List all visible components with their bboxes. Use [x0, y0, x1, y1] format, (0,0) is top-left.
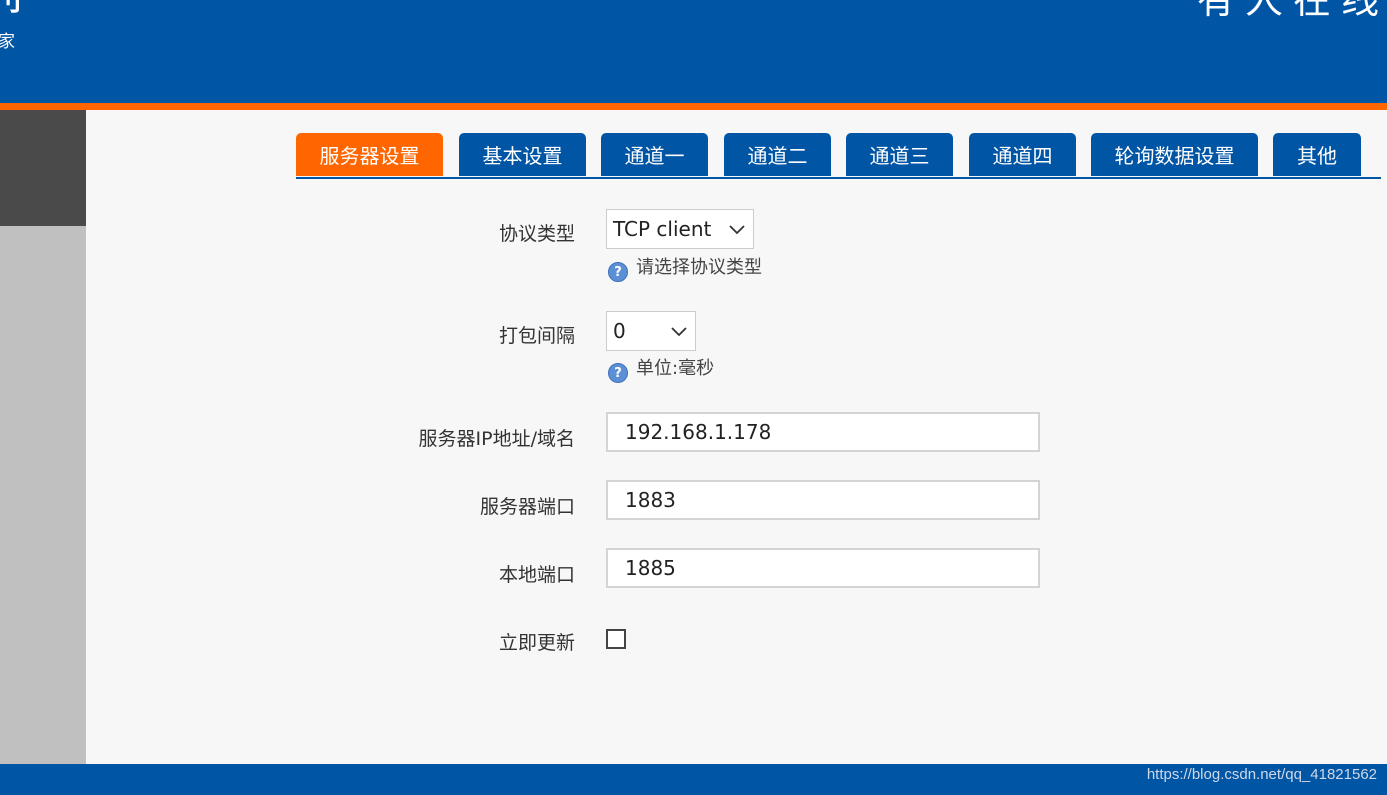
chevron-down-icon	[729, 225, 745, 235]
site-header: 刂 家 有人在线	[0, 0, 1387, 103]
tab-basic-settings[interactable]: 基本设置	[459, 133, 586, 176]
question-circle-icon: ?	[608, 363, 628, 383]
server-ip-input[interactable]: 192.168.1.178	[606, 412, 1040, 452]
pack-interval-value: 0	[613, 319, 626, 343]
tab-channel-1[interactable]: 通道一	[601, 133, 708, 176]
tab-bar: 服务器设置 基本设置 通道一 通道二 通道三 通道四 轮询数据设置 其他	[296, 133, 1381, 179]
pack-interval-hint-text: 单位:毫秒	[636, 358, 715, 379]
update-now-label: 立即更新	[498, 632, 575, 654]
tab-polling-data-settings[interactable]: 轮询数据设置	[1091, 133, 1258, 176]
tab-other[interactable]: 其他	[1273, 133, 1361, 176]
tab-server-settings[interactable]: 服务器设置	[296, 133, 443, 176]
protocol-type-value: TCP client	[613, 217, 712, 241]
protocol-type-hint: ? 请选择协议类型	[608, 257, 762, 282]
chevron-down-icon	[671, 327, 687, 337]
server-port-input[interactable]: 1883	[606, 480, 1040, 520]
brand-title: 有人在线	[1196, 0, 1387, 22]
local-port-label: 本地端口	[498, 564, 575, 586]
protocol-type-hint-text: 请选择协议类型	[636, 257, 762, 278]
tab-channel-2[interactable]: 通道二	[724, 133, 831, 176]
server-port-label: 服务器端口	[479, 496, 575, 518]
watermark: https://blog.csdn.net/qq_41821562	[1146, 766, 1377, 783]
protocol-type-label: 协议类型	[498, 223, 575, 245]
tab-channel-4[interactable]: 通道四	[969, 133, 1076, 176]
logo-subtitle: 家	[0, 32, 15, 52]
pack-interval-select[interactable]: 0	[606, 311, 696, 351]
pack-interval-hint: ? 单位:毫秒	[608, 358, 714, 383]
sidebar-dark-block	[0, 110, 86, 226]
main-content: 服务器设置 基本设置 通道一 通道二 通道三 通道四 轮询数据设置 其他 协议类…	[86, 110, 1387, 764]
update-now-checkbox[interactable]	[606, 629, 626, 649]
header-accent-line	[0, 103, 1387, 110]
tab-channel-3[interactable]: 通道三	[846, 133, 953, 176]
pack-interval-label: 打包间隔	[498, 325, 575, 347]
site-footer: https://blog.csdn.net/qq_41821562	[0, 764, 1387, 795]
question-circle-icon: ?	[608, 262, 628, 282]
left-sidebar	[0, 110, 86, 764]
protocol-type-select[interactable]: TCP client	[606, 209, 754, 249]
server-ip-label: 服务器IP地址/域名	[418, 428, 575, 450]
local-port-input[interactable]: 1885	[606, 548, 1040, 588]
logo: 刂	[0, 0, 22, 18]
